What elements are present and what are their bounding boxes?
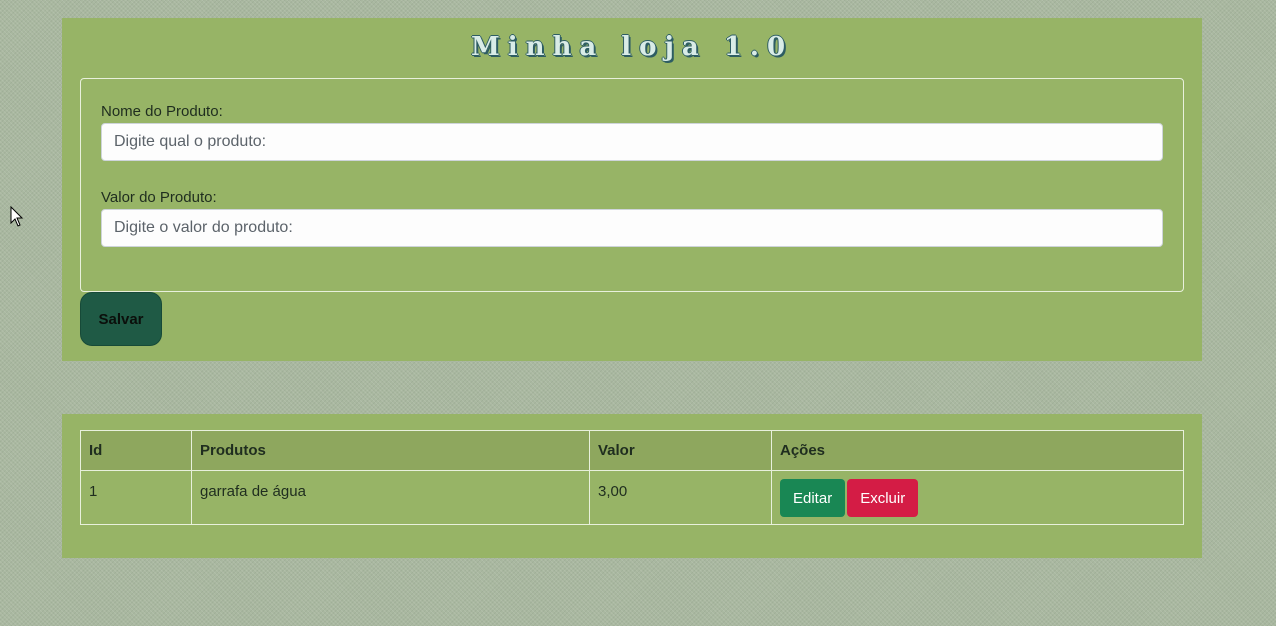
cell-product: garrafa de água [191,470,590,525]
column-header-actions: Ações [771,430,1184,471]
product-fieldset: Nome do Produto: Valor do Produto: [80,78,1184,292]
products-table-panel: Id Produtos Valor Ações 1 garrafa de águ… [62,414,1202,558]
delete-button[interactable]: Excluir [847,479,919,517]
cell-id: 1 [80,470,192,525]
page-title: Minha loja 1.0 [470,32,794,62]
products-table: Id Produtos Valor Ações 1 garrafa de águ… [80,430,1184,525]
product-name-input[interactable] [101,123,1163,161]
table-row: 1 garrafa de água 3,00 Editar Excluir [80,470,1184,525]
cell-value: 3,00 [589,470,772,525]
product-value-label: Valor do Produto: [101,189,217,206]
column-header-id: Id [80,430,192,471]
cell-actions: Editar Excluir [771,470,1184,525]
table-header-row: Id Produtos Valor Ações [80,430,1184,471]
column-header-products: Produtos [191,430,590,471]
product-value-input[interactable] [101,209,1163,247]
mouse-pointer-icon [10,206,24,227]
save-button[interactable]: Salvar [80,292,162,346]
edit-button[interactable]: Editar [780,479,846,517]
product-form-panel: Minha loja 1.0 Nome do Produto: Valor do… [62,18,1202,361]
product-name-label: Nome do Produto: [101,103,223,120]
column-header-value: Valor [589,430,772,471]
